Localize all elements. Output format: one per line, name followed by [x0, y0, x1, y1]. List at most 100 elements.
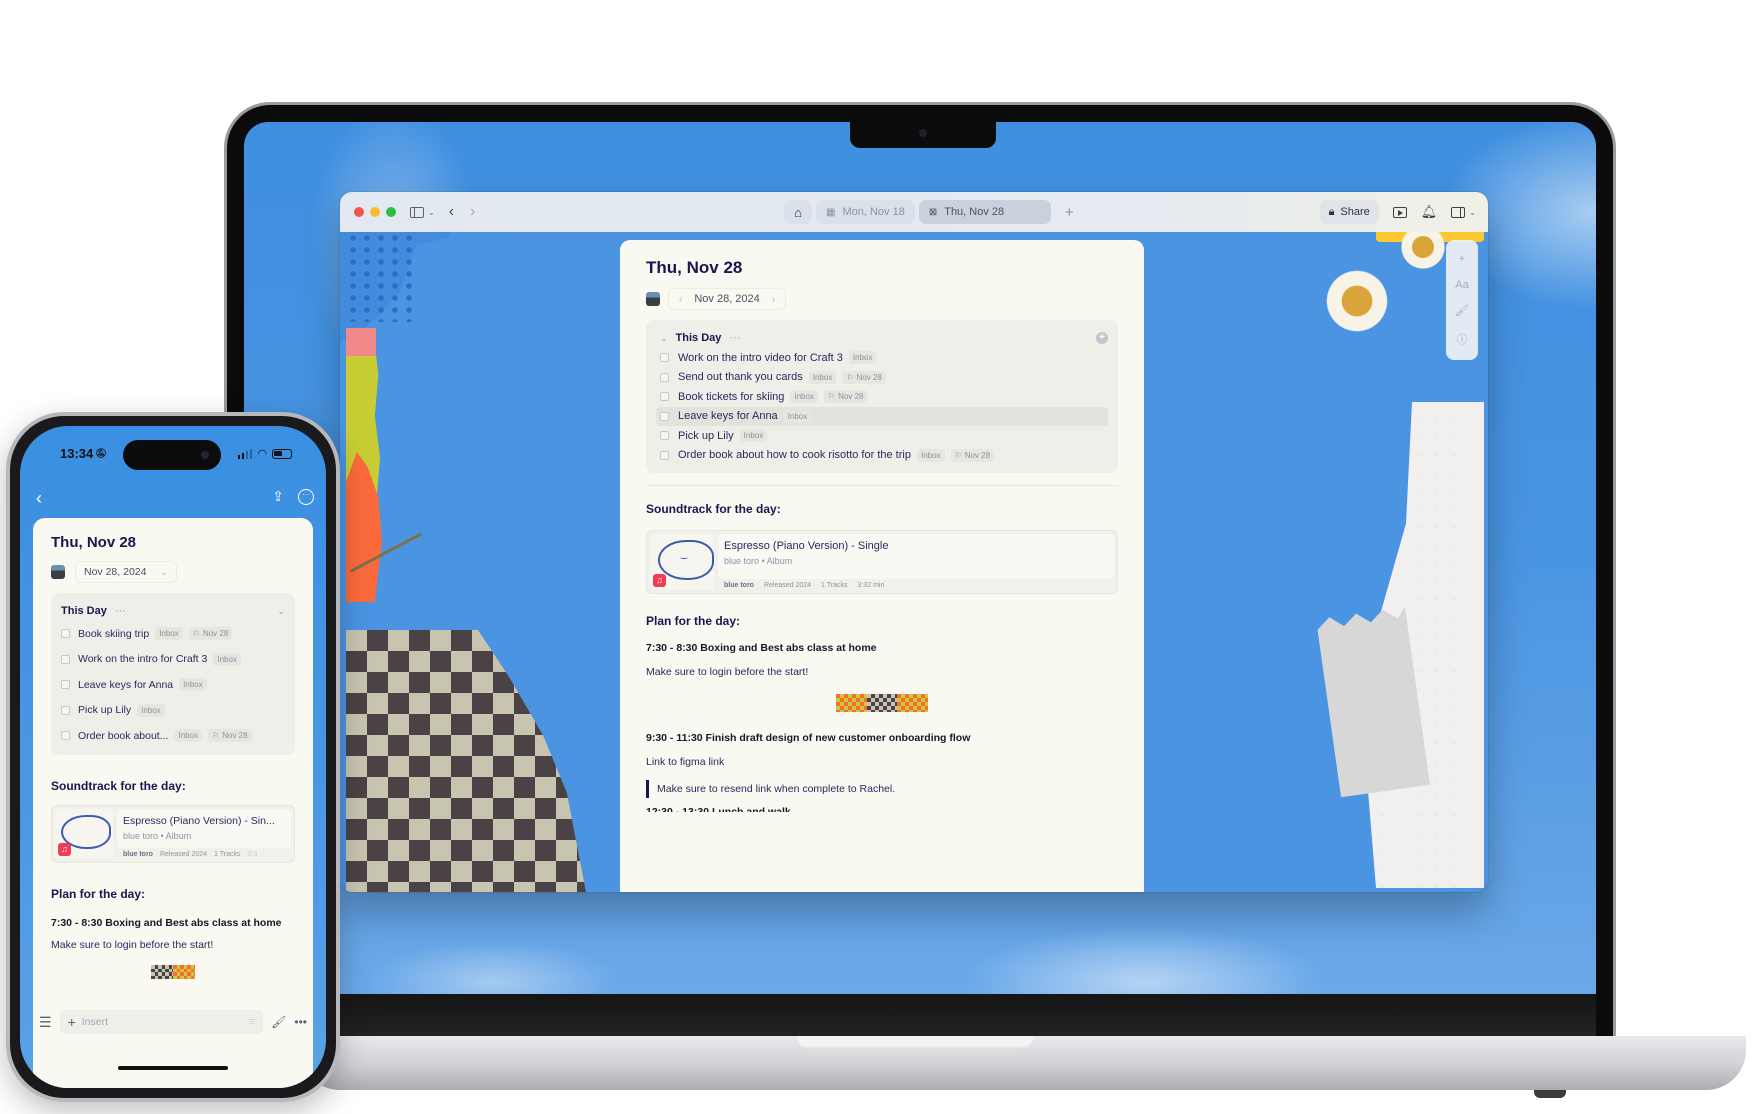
chevron-down-icon[interactable]: ⌄: [428, 208, 435, 217]
chevron-down-icon: ⌄: [160, 566, 169, 577]
task-checkbox[interactable]: [61, 731, 70, 741]
wifi-icon: ◠: [257, 448, 267, 460]
task-checkbox[interactable]: [61, 705, 70, 715]
task-row[interactable]: Book tickets for skiing Inbox ⚐ Nov 28: [656, 387, 1108, 407]
laptop-foot: [1534, 1090, 1566, 1098]
present-icon[interactable]: [1392, 206, 1407, 218]
zoom-window-button[interactable]: [386, 207, 396, 217]
task-location-tag[interactable]: Inbox: [739, 429, 768, 443]
task-row[interactable]: Book skiing trip Inbox ⚐ Nov 28: [61, 621, 285, 647]
chevron-right-icon[interactable]: ›: [772, 294, 775, 305]
home-indicator[interactable]: [118, 1066, 228, 1070]
task-row[interactable]: Pick up Lily Inbox: [61, 698, 285, 724]
forward-button[interactable]: ›: [470, 203, 475, 221]
phone-bottom-toolbar: ☰ + Insert ≡ 🖌︎ •••: [33, 1002, 313, 1042]
task-checkbox[interactable]: [660, 392, 669, 402]
music-header: Espresso (Piano Version) - Sin... blue t…: [117, 808, 291, 848]
close-tab-icon[interactable]: ⊠: [929, 207, 937, 218]
collapse-chevron-icon[interactable]: ⌄: [277, 606, 285, 617]
tab-thu-nov-28[interactable]: ⊠ Thu, Nov 28: [918, 200, 1051, 224]
task-due-date[interactable]: ⚐ Nov 28: [842, 370, 886, 384]
task-checkbox[interactable]: [660, 431, 669, 441]
task-due-date[interactable]: ⚐ Nov 28: [188, 627, 233, 641]
laptop-opening-lip: [795, 1036, 1035, 1050]
share-icon[interactable]: ⇪: [272, 488, 284, 505]
task-checkbox[interactable]: [61, 629, 70, 639]
paintbrush-icon[interactable]: 🖌︎: [271, 1015, 286, 1029]
share-button[interactable]: 🔒︎ Share: [1319, 200, 1379, 224]
iphone-screen: 13:34 🔕︎ ◠ ‹ ⇪ ··· Thu, Nov 28 Nov 28, 2…: [20, 426, 326, 1088]
date-picker[interactable]: Nov 28, 2024 ⌄: [75, 561, 178, 583]
due-date-label: Nov 28: [838, 392, 864, 402]
task-checkbox[interactable]: [660, 372, 669, 382]
task-location-tag[interactable]: Inbox: [179, 678, 207, 692]
task-location-tag[interactable]: Inbox: [137, 703, 165, 717]
more-icon[interactable]: •••: [294, 1015, 307, 1029]
figma-link[interactable]: Link to figma link: [646, 756, 1118, 768]
music-released: Released 2024: [159, 850, 208, 858]
task-row[interactable]: Work on the intro video for Craft 3 Inbox: [656, 348, 1108, 368]
insert-placeholder: Insert: [81, 1016, 109, 1028]
tab-mon-nov-18[interactable]: ▦ Mon, Nov 18: [816, 200, 915, 224]
task-checkbox[interactable]: [61, 680, 70, 690]
task-row[interactable]: Leave keys for Anna Inbox: [656, 406, 1108, 426]
new-tab-button[interactable]: +: [1065, 200, 1074, 224]
music-embed-card[interactable]: ♫ Espresso (Piano Version) - Sin... blue…: [51, 804, 295, 863]
music-info: Espresso (Piano Version) - Single blue t…: [718, 534, 1114, 590]
text-style-icon[interactable]: Aa: [1455, 279, 1468, 291]
task-location-tag[interactable]: Inbox: [848, 351, 877, 365]
task-row[interactable]: Order book about... Inbox ⚐ Nov 28: [61, 723, 285, 749]
page-title: Thu, Nov 28: [646, 258, 743, 277]
task-location-tag[interactable]: Inbox: [808, 370, 837, 384]
task-checkbox[interactable]: [660, 353, 669, 363]
insert-input[interactable]: + Insert ≡: [59, 1010, 264, 1034]
washi-segment: [173, 964, 195, 979]
task-due-date[interactable]: ⚐ Nov 28: [950, 448, 995, 462]
task-text: Pick up Lily: [678, 429, 734, 442]
minimize-window-button[interactable]: [370, 207, 380, 217]
more-options-icon[interactable]: ···: [298, 489, 314, 505]
date-picker[interactable]: ‹ Nov 28, 2024 ›: [668, 288, 787, 310]
task-location-tag[interactable]: Inbox: [783, 409, 812, 423]
add-task-button[interactable]: +: [1096, 332, 1108, 344]
chevron-left-icon[interactable]: ‹: [679, 294, 682, 305]
sidebar-toggle-icon[interactable]: [410, 206, 424, 218]
music-duration: 3:32 min: [857, 582, 885, 589]
album-art: ♫: [55, 808, 113, 859]
paintbrush-icon[interactable]: 🖌: [1455, 304, 1469, 317]
add-block-icon[interactable]: +: [1459, 253, 1465, 265]
task-due-date[interactable]: ⚐ Nov 28: [208, 729, 252, 743]
window-titlebar: ⌄ ‹ › ⌂ ▦ Mon, Nov 18 ⊠ Thu, Nov 28 + 🔒︎…: [340, 192, 1488, 232]
music-embed-card[interactable]: ♫ Espresso (Piano Version) - Single blue…: [646, 530, 1118, 594]
task-checkbox[interactable]: [660, 411, 669, 421]
back-button[interactable]: ‹: [449, 203, 454, 221]
info-icon[interactable]: ⓘ: [1457, 331, 1468, 347]
task-row[interactable]: Pick up Lily Inbox: [656, 426, 1108, 446]
task-checkbox[interactable]: [660, 450, 669, 460]
avatar[interactable]: [646, 292, 660, 306]
more-icon[interactable]: ···: [115, 605, 126, 617]
window-controls: [354, 207, 396, 217]
task-location-tag[interactable]: Inbox: [155, 627, 183, 641]
avatar[interactable]: [51, 565, 65, 579]
task-checkbox[interactable]: [61, 654, 70, 664]
task-row[interactable]: Leave keys for Anna Inbox: [61, 672, 285, 698]
panel-toggle[interactable]: ⌄: [1451, 206, 1476, 218]
task-row[interactable]: Order book about how to cook risotto for…: [656, 446, 1108, 466]
collapse-chevron-icon[interactable]: ⌄: [660, 333, 668, 344]
flag-icon: ⚐: [954, 450, 962, 460]
close-window-button[interactable]: [354, 207, 364, 217]
home-tab[interactable]: ⌂: [784, 200, 812, 224]
outline-icon[interactable]: ☰: [39, 1014, 52, 1031]
more-icon[interactable]: ···: [729, 332, 740, 344]
task-location-tag[interactable]: Inbox: [174, 729, 203, 743]
task-row[interactable]: Work on the intro for Craft 3 Inbox: [61, 647, 285, 673]
bell-icon[interactable]: 🔔︎: [1421, 204, 1438, 220]
task-row[interactable]: Send out thank you cards Inbox ⚐ Nov 28: [656, 368, 1108, 388]
flag-icon: ⚐: [846, 372, 854, 382]
task-due-date[interactable]: ⚐ Nov 28: [823, 390, 868, 404]
back-button[interactable]: ‹: [36, 488, 42, 509]
task-location-tag[interactable]: Inbox: [916, 448, 945, 462]
task-location-tag[interactable]: Inbox: [790, 390, 818, 404]
task-location-tag[interactable]: Inbox: [213, 652, 241, 666]
